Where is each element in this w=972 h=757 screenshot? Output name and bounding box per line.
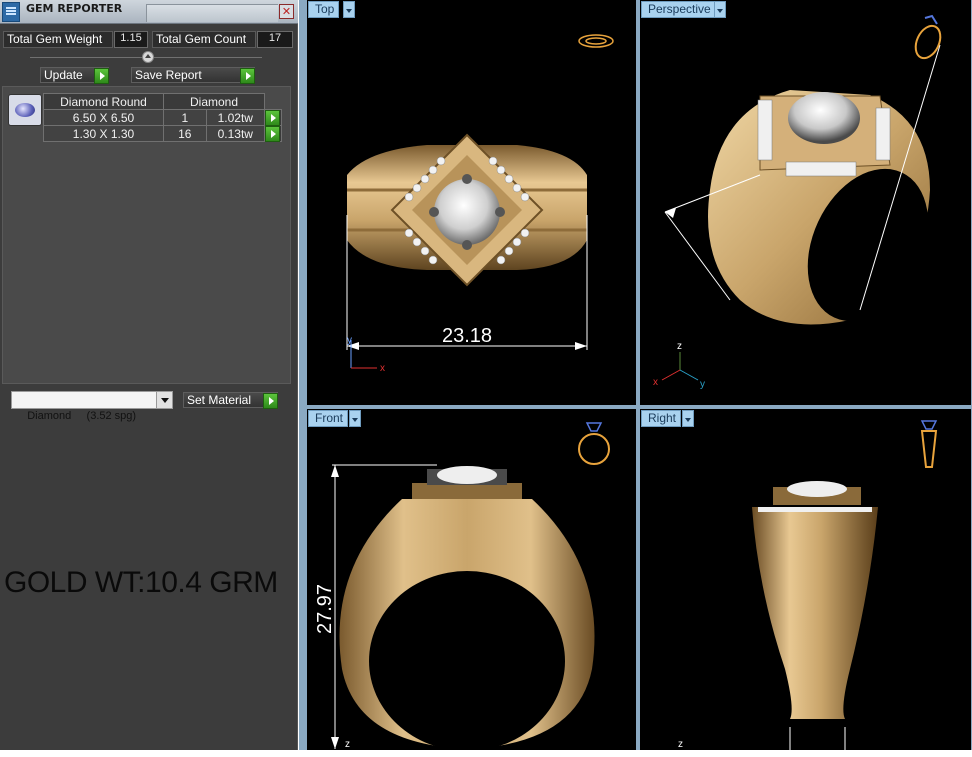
right-view-render: z <box>678 420 938 750</box>
gem-table-header: Diamond Round Diamond <box>43 93 282 110</box>
axis-y-label: y <box>700 379 705 390</box>
ring-side-mini-icon <box>920 420 938 468</box>
gem-count: 1 <box>163 109 207 126</box>
gem-size: 1.30 X 1.30 <box>43 125 164 142</box>
axis-x-label: x <box>380 363 385 374</box>
chevron-down-icon[interactable] <box>349 410 361 427</box>
gem-count: 16 <box>163 125 207 142</box>
update-button[interactable]: Update <box>40 67 109 84</box>
material-select[interactable]: Diamond (3.52 spg) <box>11 391 173 422</box>
front-view-render: 27.97 z <box>314 422 610 750</box>
top-view-render: 23.18 y x <box>346 34 614 374</box>
total-gem-count-value: 17 <box>257 31 293 48</box>
gem-weight: 0.13tw <box>205 125 266 142</box>
header-cut: Diamond Round <box>43 93 164 110</box>
viewport-front[interactable]: 27.97 z Front <box>307 409 636 750</box>
axis-z-label: z <box>678 739 683 750</box>
chevron-down-icon[interactable] <box>682 410 694 427</box>
axis-y-label: y <box>347 335 352 346</box>
save-report-go-icon[interactable] <box>240 68 255 84</box>
row-go-button[interactable] <box>264 125 282 142</box>
gem-table: Diamond Round Diamond 6.50 X 6.50 1 1.02… <box>43 93 282 142</box>
viewport-perspective[interactable]: z x y Perspective <box>640 0 971 405</box>
panel-titlebar: GEM REPORTER ✕ <box>0 0 298 24</box>
update-button-label: Update <box>44 68 83 82</box>
perspective-view-render: z x y <box>653 14 942 390</box>
update-go-icon[interactable] <box>94 68 109 84</box>
axis-z-label: z <box>677 341 682 352</box>
chevron-down-icon[interactable] <box>343 1 355 18</box>
material-select-value: Diamond (3.52 spg) <box>27 410 137 422</box>
tab-perspective[interactable]: Perspective <box>641 1 716 18</box>
tab-right[interactable]: Right <box>641 410 682 427</box>
go-arrow-icon[interactable] <box>265 126 280 142</box>
close-icon[interactable]: ✕ <box>279 4 294 19</box>
set-material-button-label: Set Material <box>187 393 252 407</box>
height-dimension: 27.97 <box>314 584 336 634</box>
save-report-button[interactable]: Save Report <box>131 67 255 84</box>
gem-size: 6.50 X 6.50 <box>43 109 164 126</box>
viewport-grid: 23.18 y x Top z x y Perspective 27.97 z … <box>299 0 972 750</box>
chevron-down-icon[interactable] <box>156 392 172 408</box>
panel-title: GEM REPORTER <box>26 2 123 15</box>
row-go-button[interactable] <box>264 109 282 126</box>
ring-top-mini-icon <box>578 34 614 48</box>
viewport-right[interactable]: z Right <box>640 409 971 750</box>
viewport-top[interactable]: 23.18 y x Top <box>307 0 636 405</box>
axis-x-label: x <box>653 377 658 388</box>
diamond-round-icon[interactable] <box>8 94 42 126</box>
gem-reporter-app-icon <box>2 2 20 22</box>
chevron-down-icon[interactable] <box>714 1 726 18</box>
table-row[interactable]: 1.30 X 1.30 16 0.13tw <box>43 125 282 142</box>
go-arrow-icon[interactable] <box>265 110 280 126</box>
collapse-up-icon[interactable] <box>142 51 154 63</box>
header-material: Diamond <box>163 93 265 110</box>
tab-front[interactable]: Front <box>308 410 349 427</box>
total-gem-count-label: Total Gem Count <box>152 31 256 48</box>
table-row[interactable]: 6.50 X 6.50 1 1.02tw <box>43 109 282 126</box>
gem-reporter-panel: GEM REPORTER ✕ Total Gem Weight 1.15 Tot… <box>0 0 298 750</box>
ring-front-mini-icon <box>578 422 610 465</box>
total-gem-weight-value: 1.15 <box>114 31 148 48</box>
tab-top[interactable]: Top <box>308 1 340 18</box>
total-gem-weight-label: Total Gem Weight <box>3 31 113 48</box>
ring-perspective-mini-icon <box>914 14 942 60</box>
titlebar-tab-area <box>146 4 278 22</box>
set-material-go-icon[interactable] <box>263 393 278 409</box>
save-report-button-label: Save Report <box>135 68 202 82</box>
gem-weight: 1.02tw <box>205 109 266 126</box>
gold-weight-note: GOLD WT:10.4 GRM <box>4 566 278 599</box>
set-material-button[interactable]: Set Material <box>183 392 278 409</box>
width-dimension: 23.18 <box>442 325 492 347</box>
axis-z-label: z <box>345 739 350 750</box>
